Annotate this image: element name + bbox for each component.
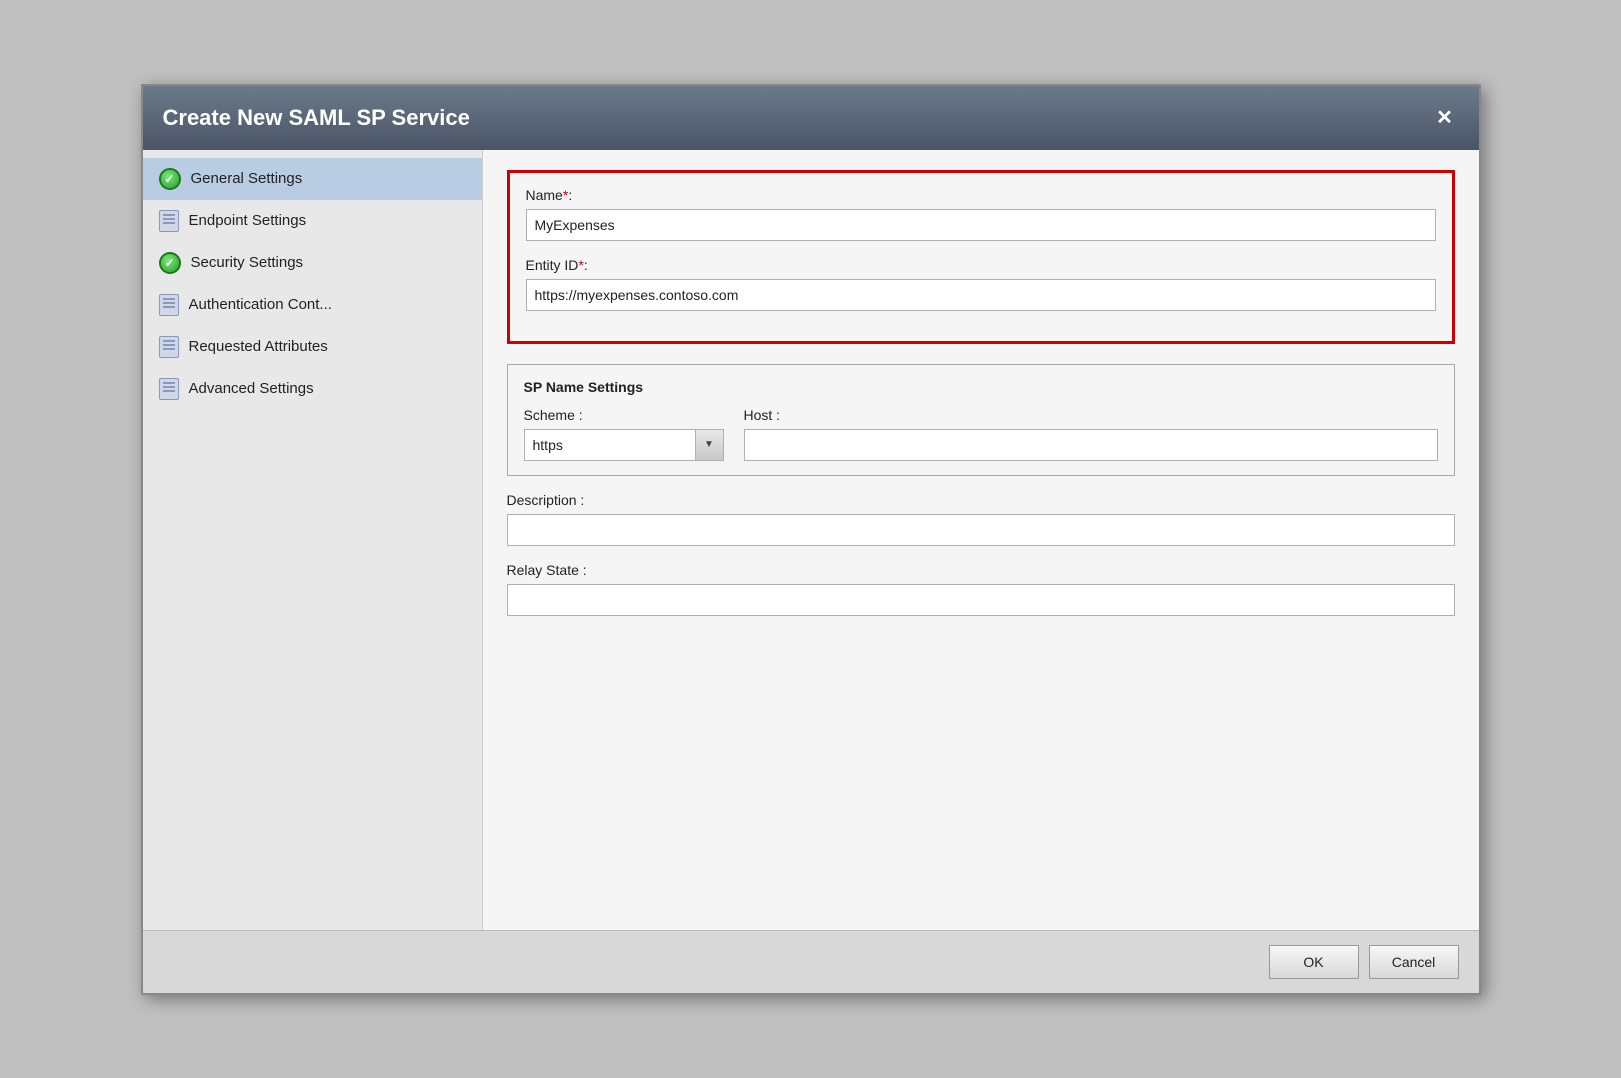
highlighted-section: Name*: Entity ID*: [507,170,1455,344]
sidebar-item-general-settings[interactable]: General Settings [143,158,482,200]
description-input[interactable] [507,514,1455,546]
host-label: Host : [744,407,1438,423]
main-content: Name*: Entity ID*: SP Name Settings Sche… [483,150,1479,930]
description-field-group: Description : [507,492,1455,546]
host-input[interactable] [744,429,1438,461]
sidebar-item-security-settings-label: Security Settings [191,254,304,271]
scheme-select[interactable]: https http [524,429,696,461]
sidebar-item-requested-attributes[interactable]: Requested Attributes [143,326,482,368]
name-input[interactable] [526,209,1436,241]
sp-name-settings-section: SP Name Settings Scheme : https http ▼ [507,364,1455,476]
scheme-host-row: Scheme : https http ▼ Host : [524,407,1438,461]
general-settings-icon [159,168,181,190]
scheme-field: Scheme : https http ▼ [524,407,724,461]
cancel-button[interactable]: Cancel [1369,945,1459,979]
name-label: Name*: [526,187,1436,203]
sidebar-item-requested-attributes-label: Requested Attributes [189,338,328,355]
authentication-cont-icon [159,294,179,316]
create-saml-sp-dialog: Create New SAML SP Service ✕ General Set… [141,84,1481,995]
dialog-body: General Settings Endpoint Settings Secur… [143,150,1479,930]
relay-state-input[interactable] [507,584,1455,616]
sidebar-item-authentication-cont[interactable]: Authentication Cont... [143,284,482,326]
security-settings-icon [159,252,181,274]
sp-name-settings-legend: SP Name Settings [524,379,1438,395]
dialog-header: Create New SAML SP Service ✕ [143,86,1479,150]
entity-id-field-group: Entity ID*: [526,257,1436,311]
relay-state-field-group: Relay State : [507,562,1455,616]
endpoint-settings-icon [159,210,179,232]
sidebar-item-endpoint-settings-label: Endpoint Settings [189,212,307,229]
host-field: Host : [744,407,1438,461]
sidebar-item-advanced-settings[interactable]: Advanced Settings [143,368,482,410]
sidebar-item-authentication-cont-label: Authentication Cont... [189,296,332,313]
advanced-settings-icon [159,378,179,400]
sidebar-item-security-settings[interactable]: Security Settings [143,242,482,284]
relay-state-label: Relay State : [507,562,1455,578]
sidebar-item-general-settings-label: General Settings [191,170,303,187]
entity-id-label: Entity ID*: [526,257,1436,273]
sidebar-item-endpoint-settings[interactable]: Endpoint Settings [143,200,482,242]
sidebar-item-advanced-settings-label: Advanced Settings [189,380,314,397]
dialog-title: Create New SAML SP Service [163,105,470,131]
dialog-footer: OK Cancel [143,930,1479,993]
description-label: Description : [507,492,1455,508]
ok-button[interactable]: OK [1269,945,1359,979]
scheme-select-arrow[interactable]: ▼ [696,429,724,461]
close-button[interactable]: ✕ [1431,104,1459,132]
scheme-label: Scheme : [524,407,724,423]
requested-attributes-icon [159,336,179,358]
scheme-select-wrapper: https http ▼ [524,429,724,461]
entity-id-input[interactable] [526,279,1436,311]
name-field-group: Name*: [526,187,1436,241]
sidebar: General Settings Endpoint Settings Secur… [143,150,483,930]
